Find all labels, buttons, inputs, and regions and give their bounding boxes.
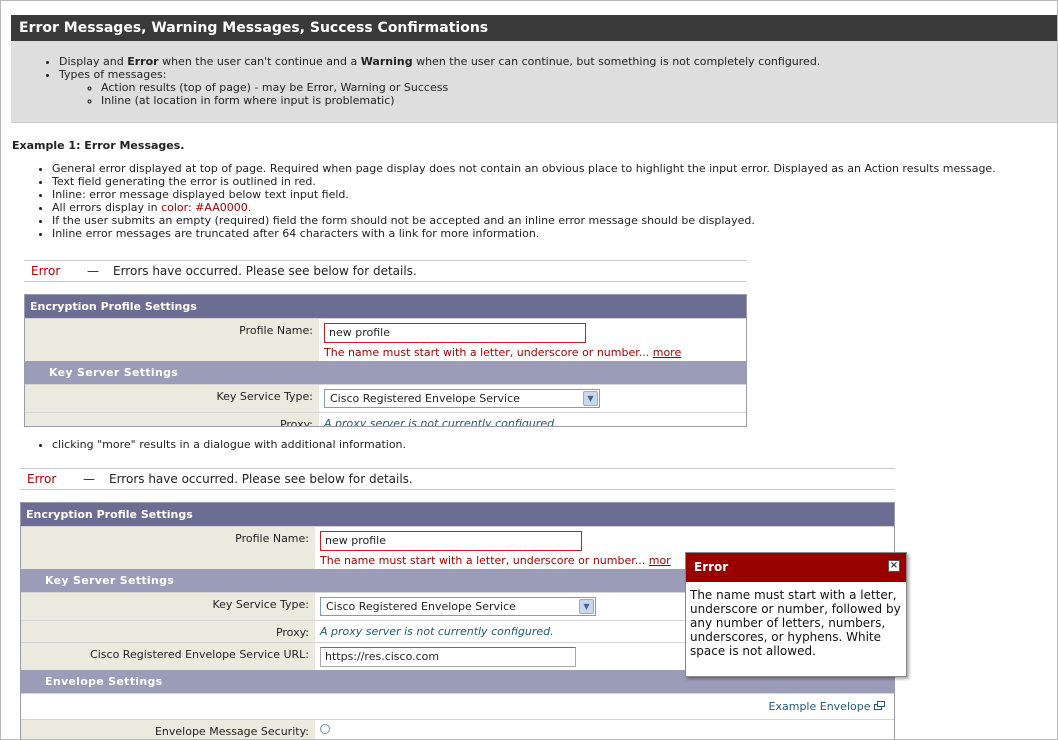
example-envelope-row: Example Envelope <box>21 693 894 719</box>
profile-name-error: The name must start with a letter, under… <box>324 346 682 359</box>
error-message: Errors have occurred. Please see below f… <box>109 472 413 486</box>
error-detail-dialog: Error × The name must start with a lette… <box>685 552 907 677</box>
error-label: Error <box>27 472 57 486</box>
example1-item: Inline: error message displayed below te… <box>52 188 996 201</box>
error-dash: — <box>83 472 95 486</box>
clicking-note: clicking "more" results in a dialogue wi… <box>52 438 406 451</box>
envelope-security-cell <box>315 720 894 739</box>
key-service-type-label: Key Service Type: <box>21 593 315 620</box>
intro-bullet-types: Types of messages: Action results (top o… <box>59 68 820 107</box>
envelope-security-row: Envelope Message Security: <box>21 719 894 739</box>
service-url-input[interactable]: https://res.cisco.com <box>320 647 576 667</box>
key-service-type-cell: Cisco Registered Envelope Service ▼ <box>319 385 746 412</box>
example1-item-color: All errors display in color: #AA0000. <box>52 201 996 214</box>
example-envelope-link[interactable]: Example Envelope <box>769 700 871 713</box>
example1-title: Example 1: Error Messages. <box>12 139 185 152</box>
profile-name-cell: new profile The name must start with a l… <box>319 319 746 361</box>
error-summary-bar: Error — Errors have occurred. Please see… <box>24 260 747 282</box>
intro-bullet-display: Display and Error when the user can't co… <box>59 55 820 68</box>
example1-item: Text field generating the error is outli… <box>52 175 996 188</box>
profile-name-input[interactable]: new profile <box>320 531 582 551</box>
proxy-label: Proxy: <box>25 413 319 426</box>
external-window-icon[interactable] <box>874 701 886 711</box>
dialog-body: The name must start with a letter, under… <box>690 588 901 658</box>
dialog-title: Error <box>694 560 729 574</box>
intro-list: Display and Error when the user can't co… <box>41 55 820 107</box>
error-color-text: color: #AA0000 <box>161 201 248 214</box>
profile-name-label: Profile Name: <box>25 319 319 361</box>
close-icon[interactable]: × <box>888 560 900 572</box>
envelope-security-label: Envelope Message Security: <box>21 720 315 739</box>
example1-list: General error displayed at top of page. … <box>34 162 996 240</box>
chevron-down-icon[interactable]: ▼ <box>579 599 594 614</box>
type-action-results: Action results (top of page) - may be Er… <box>101 81 820 94</box>
chevron-down-icon[interactable]: ▼ <box>583 391 598 406</box>
security-radio[interactable] <box>320 724 330 734</box>
key-service-type-label: Key Service Type: <box>25 385 319 412</box>
type-inline: Inline (at location in form where input … <box>101 94 820 107</box>
profile-name-label: Profile Name: <box>21 527 315 569</box>
key-service-type-select[interactable]: Cisco Registered Envelope Service ▼ <box>324 389 600 408</box>
profile-name-input[interactable]: new profile <box>324 323 586 343</box>
profile-name-row: Profile Name: new profile The name must … <box>25 318 746 361</box>
dialog-header: Error × <box>686 553 906 582</box>
error-summary-bar-2: Error — Errors have occurred. Please see… <box>20 468 895 490</box>
error-message: Errors have occurred. Please see below f… <box>113 264 417 278</box>
more-link[interactable]: more <box>653 346 682 359</box>
key-server-settings-title: Key Server Settings <box>25 361 746 384</box>
proxy-value: A proxy server is not currently configur… <box>324 417 558 427</box>
key-service-type-select[interactable]: Cisco Registered Envelope Service ▼ <box>320 597 596 616</box>
panel-title: Encryption Profile Settings <box>21 503 894 526</box>
example-envelope-link-wrap[interactable]: Example Envelope <box>769 700 886 713</box>
proxy-label: Proxy: <box>21 621 315 642</box>
proxy-cell: A proxy server is not currently configur… <box>319 413 746 427</box>
types-sublist: Action results (top of page) - may be Er… <box>59 81 820 107</box>
error-label: Error <box>31 264 61 278</box>
page-frame: Error Messages, Warning Messages, Succes… <box>0 0 1058 740</box>
service-url-label: Cisco Registered Envelope Service URL: <box>21 643 315 670</box>
example1-item: If the user submits an empty (required) … <box>52 214 996 227</box>
proxy-value: A proxy server is not currently configur… <box>320 625 554 638</box>
page-title: Error Messages, Warning Messages, Succes… <box>11 15 1057 41</box>
more-link[interactable]: mor <box>649 554 671 567</box>
example1-item: Inline error messages are truncated afte… <box>52 227 996 240</box>
panel-title: Encryption Profile Settings <box>25 295 746 318</box>
proxy-row: Proxy: A proxy server is not currently c… <box>25 412 746 427</box>
error-dash: — <box>87 264 99 278</box>
example1-item: General error displayed at top of page. … <box>52 162 996 175</box>
clicking-note-list: clicking "more" results in a dialogue wi… <box>34 438 406 451</box>
key-service-type-row: Key Service Type: Cisco Registered Envel… <box>25 384 746 412</box>
intro-section: Display and Error when the user can't co… <box>11 41 1057 123</box>
encryption-profile-panel: Encryption Profile Settings Profile Name… <box>24 294 747 427</box>
